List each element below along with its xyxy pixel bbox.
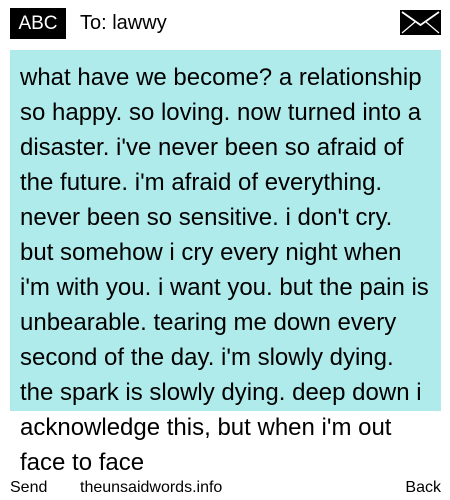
recipient-label: To: lawwy	[80, 12, 167, 34]
message-body-field[interactable]: what have we become? a relationship so h…	[10, 50, 441, 500]
back-button[interactable]: Back	[405, 479, 441, 497]
site-watermark: theunsaidwords.info	[80, 479, 223, 497]
send-button[interactable]: Send	[10, 479, 48, 497]
softkey-bar: Send theunsaidwords.info Back	[0, 479, 450, 500]
compose-header: ABC To: lawwy	[0, 0, 450, 48]
message-text: what have we become? a relationship so h…	[20, 64, 429, 476]
envelope-icon	[400, 10, 441, 35]
input-mode-badge[interactable]: ABC	[10, 8, 66, 39]
